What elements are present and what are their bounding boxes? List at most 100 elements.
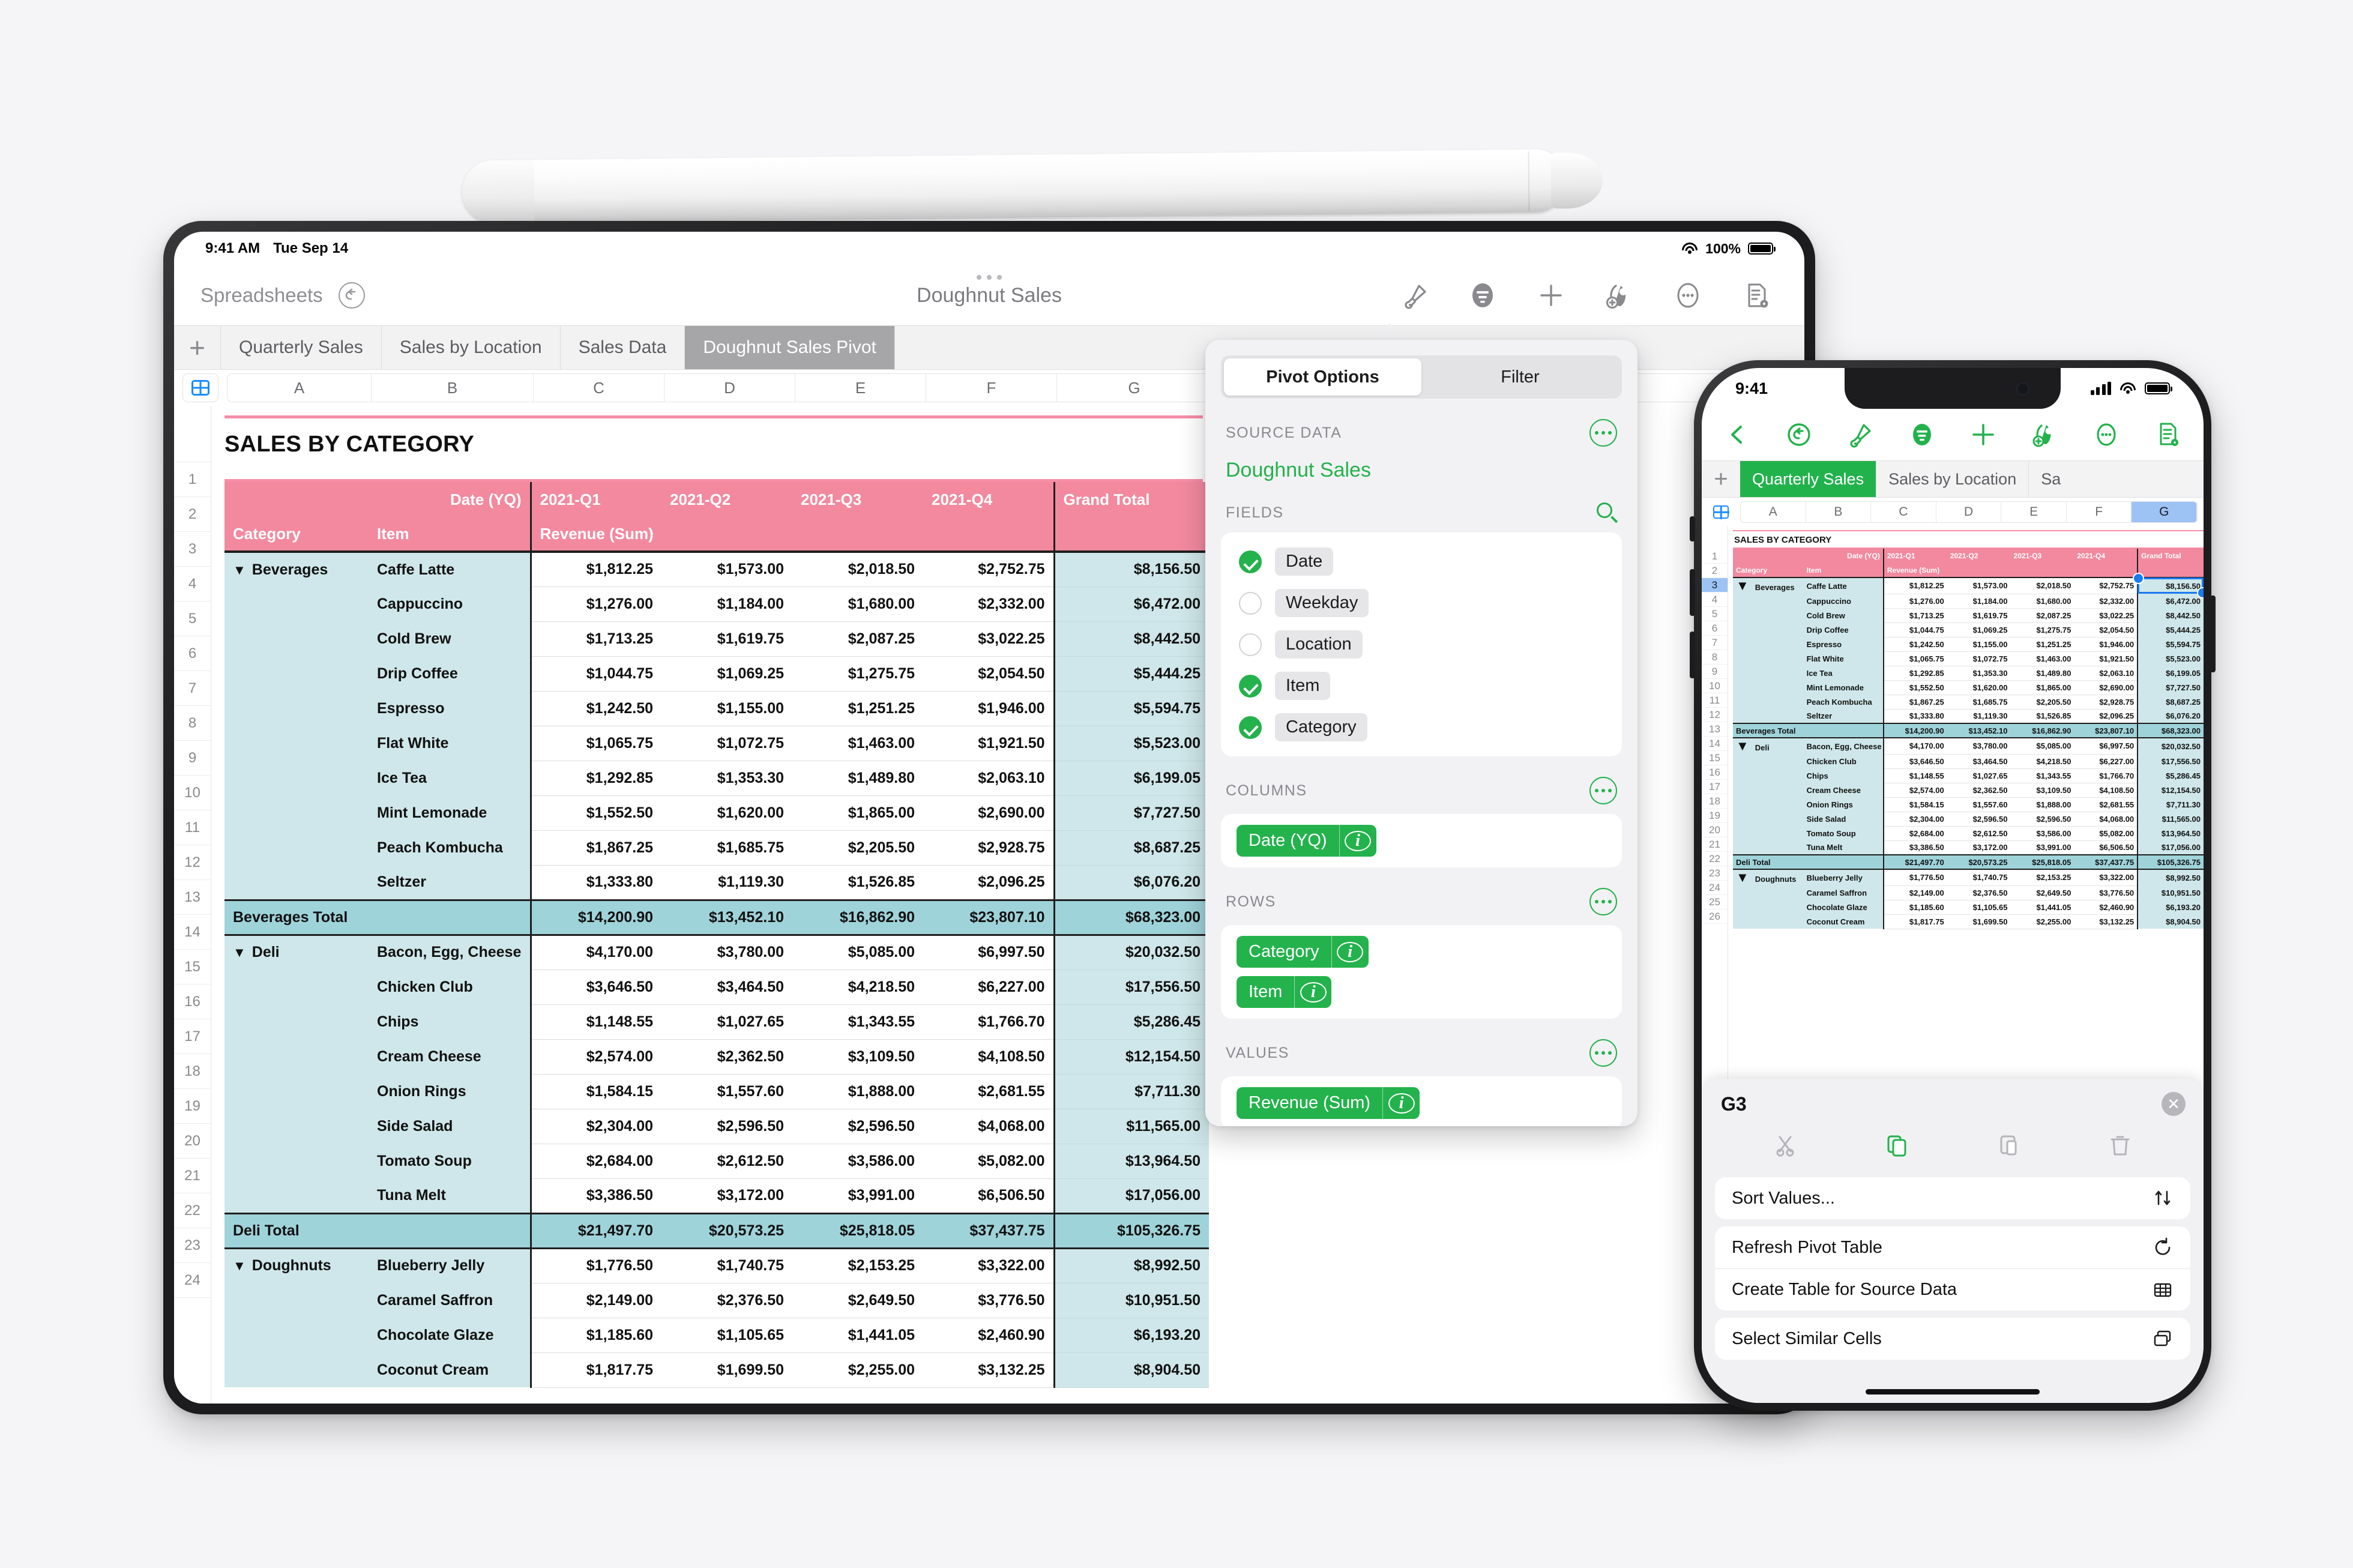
cell-category[interactable]	[224, 1004, 369, 1039]
cell-grand-total[interactable]: $6,472.00	[2138, 594, 2204, 608]
cell-q2[interactable]: $3,172.00	[661, 1178, 792, 1214]
cell-q3[interactable]: $1,463.00	[2010, 651, 2074, 666]
cell-category[interactable]: ▼ Doughnuts	[224, 1248, 369, 1283]
field-pill-label[interactable]: Weekday	[1275, 589, 1369, 617]
cell-item[interactable]: Caffe Latte	[369, 552, 532, 586]
values-field-pill[interactable]: Revenue (Sum) i	[1237, 1087, 1420, 1119]
cell-grand-total[interactable]: $12,154.50	[2138, 783, 2204, 797]
pivot-table[interactable]: Date (YQ) 2021-Q1 2021-Q2 2021-Q3 2021-Q…	[224, 482, 1209, 1388]
cell-q4[interactable]: $3,132.25	[923, 1352, 1055, 1388]
table-row-total[interactable]: Beverages Total $14,200.90 $13,452.10 $16,8…	[1733, 723, 2204, 738]
tab-pivot-options[interactable]: Pivot Options	[1224, 358, 1421, 396]
table-row-total[interactable]: Deli Total $21,497.70 $20,573.25 $25,818.05…	[1733, 854, 2204, 870]
cell-q1[interactable]: $2,574.00	[1883, 783, 1947, 798]
row-header-25[interactable]: 25	[1702, 895, 1728, 909]
cell-q3[interactable]: $2,205.50	[2010, 695, 2074, 710]
cell-q1-total[interactable]: $14,200.90	[1883, 723, 1947, 738]
cell-item[interactable]: Onion Rings	[1803, 797, 1884, 812]
info-icon[interactable]: i	[1339, 825, 1376, 857]
menu-item-create-table-for-source-data[interactable]: Create Table for Source Data	[1715, 1268, 2190, 1310]
cell-q4[interactable]: $6,506.50	[2074, 840, 2139, 855]
columns-field-pill[interactable]: Date (YQ) i	[1237, 825, 1376, 857]
cell-q3[interactable]: $1,526.85	[2010, 709, 2074, 724]
table-row-total[interactable]: Beverages Total $14,200.90 $13,452.10 $16,8…	[224, 899, 1209, 936]
cell-q4[interactable]: $2,332.00	[923, 586, 1055, 622]
cell-q3[interactable]: $1,680.00	[2010, 594, 2074, 609]
cell-grand-total[interactable]: $5,444.25	[1054, 656, 1209, 692]
cell-category[interactable]: ▼ Beverages	[1733, 577, 1804, 594]
cell-category[interactable]	[1733, 900, 1804, 914]
cell-category[interactable]	[1733, 914, 1804, 929]
cell-grand-total[interactable]: $6,199.05	[2138, 666, 2204, 680]
checkmark-icon[interactable]	[1239, 550, 1262, 573]
table-row[interactable]: Seltzer $1,333.80 $1,119.30 $1,526.85 $2,096…	[1733, 709, 2204, 724]
more-ellipsis-icon[interactable]	[2091, 420, 2121, 450]
row-header-6[interactable]: 6	[174, 636, 211, 671]
row-header-6[interactable]: 6	[1702, 621, 1728, 636]
cell-q4[interactable]: $2,681.55	[923, 1074, 1055, 1109]
row-header-5[interactable]: 5	[1702, 607, 1728, 621]
search-icon[interactable]	[1597, 502, 1618, 523]
row-header-18[interactable]: 18	[1702, 794, 1728, 809]
cell-item[interactable]: Chicken Club	[1803, 754, 1884, 768]
document-icon[interactable]	[1740, 279, 1773, 312]
cell-category[interactable]	[224, 969, 369, 1004]
cell-q2[interactable]: $1,119.30	[1947, 709, 2011, 724]
cell-q3[interactable]: $4,218.50	[792, 969, 923, 1005]
cell-q2[interactable]: $1,105.65	[661, 1318, 792, 1353]
cell-q1[interactable]: $1,148.55	[1883, 768, 1947, 783]
cell-q1[interactable]: $2,149.00	[1883, 885, 1947, 900]
row-header-26[interactable]: 26	[1702, 909, 1728, 924]
cell-q1[interactable]: $1,867.25	[1883, 695, 1947, 710]
cell-q1[interactable]: $1,044.75	[531, 656, 661, 692]
cell-category[interactable]	[224, 1144, 369, 1178]
row-header-22[interactable]: 22	[1702, 852, 1728, 866]
field-row-category[interactable]: Category	[1221, 707, 1622, 748]
sheet-tab-sales-by-location[interactable]: Sales by Location	[1876, 461, 2028, 497]
cell-q3[interactable]: $1,489.80	[2010, 666, 2074, 681]
cell-q3[interactable]: $2,153.25	[2010, 869, 2074, 886]
cell-category[interactable]	[224, 1074, 369, 1109]
cell-q4[interactable]: $3,776.50	[923, 1283, 1055, 1318]
cell-grand-total[interactable]: $10,951.50	[2138, 885, 2204, 900]
cell-category[interactable]	[1733, 651, 1804, 666]
cell-category[interactable]	[1733, 885, 1804, 900]
cell-item[interactable]: Coconut Cream	[1803, 914, 1884, 929]
cell-item[interactable]: Chips	[369, 1004, 532, 1039]
cell-q2[interactable]: $3,780.00	[661, 935, 792, 970]
cell-category[interactable]	[1733, 754, 1804, 768]
cell-q1[interactable]: $1,776.50	[531, 1248, 661, 1283]
cell-q1[interactable]: $2,304.00	[531, 1109, 661, 1144]
cell-q3[interactable]: $1,251.25	[2010, 637, 2074, 652]
cell-category[interactable]	[1733, 608, 1804, 623]
field-row-date[interactable]: Date	[1221, 541, 1622, 582]
cell-item[interactable]: Cream Cheese	[369, 1039, 532, 1074]
row-header-21[interactable]: 21	[174, 1159, 211, 1193]
undo-icon[interactable]	[338, 282, 365, 309]
row-header-10[interactable]: 10	[1702, 679, 1728, 693]
document-icon[interactable]	[2153, 420, 2183, 450]
row-header-11[interactable]: 11	[1702, 693, 1728, 708]
cell-grand-total[interactable]: $8,156.50	[1054, 552, 1209, 587]
cell-grand-total[interactable]: $6,199.05	[1054, 761, 1209, 796]
cell-q2[interactable]: $1,620.00	[1947, 680, 2011, 695]
cell-q2[interactable]: $1,184.00	[661, 586, 792, 622]
field-row-weekday[interactable]: Weekday	[1221, 582, 1622, 624]
cell-grand-total[interactable]: $7,711.30	[2138, 797, 2204, 812]
cell-q4[interactable]: $2,681.55	[2074, 797, 2139, 812]
cell-q3[interactable]: $3,991.00	[2010, 840, 2074, 855]
cell-grand-total[interactable]: $5,523.00	[2138, 651, 2204, 666]
cell-item[interactable]: Cappuccino	[369, 586, 532, 621]
cell-item[interactable]: Mint Lemonade	[369, 795, 532, 830]
column-header-d[interactable]: D	[1936, 502, 2002, 522]
row-header-20[interactable]: 20	[174, 1124, 211, 1159]
cell-q3[interactable]: $1,680.00	[792, 586, 923, 622]
column-letters[interactable]: ABCDEFG	[1740, 501, 2198, 523]
cell-q1[interactable]: $1,584.15	[1883, 797, 1947, 812]
table-row[interactable]: Tuna Melt $3,386.50 $3,172.00 $3,991.00 $6,5…	[1733, 840, 2204, 855]
cell-item[interactable]: Chicken Club	[369, 969, 532, 1004]
cell-q4[interactable]: $1,946.00	[923, 691, 1055, 726]
cell-q2[interactable]: $1,685.75	[1947, 695, 2011, 710]
cell-grand-total[interactable]: $8,904.50	[1054, 1352, 1209, 1388]
table-row[interactable]: Tomato Soup $2,684.00 $2,612.50 $3,586.00 $5…	[1733, 826, 2204, 841]
